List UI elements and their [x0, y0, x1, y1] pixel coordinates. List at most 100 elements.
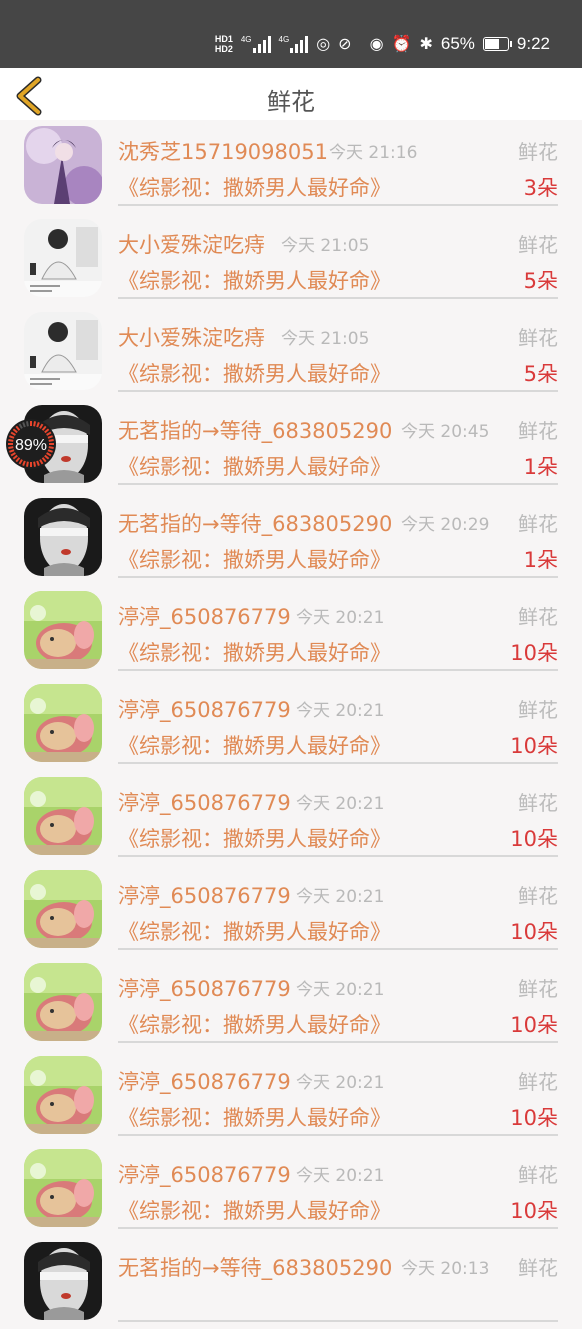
list-item[interactable]: 无茗指的→等待_683805290 今天 20:29 鲜花《综影视：撒娇男人最好命》…	[0, 492, 582, 585]
list-item[interactable]: 渟渟_650876779 今天 20:21 鲜花 《综影视：撒娇男人最好命》 10朵	[0, 678, 582, 771]
user-name[interactable]: 大小爱殊淀吃痔	[118, 229, 265, 259]
avatar[interactable]	[24, 1242, 102, 1320]
gift-count: 10朵	[510, 920, 558, 944]
timestamp: 今天 20:13	[401, 1259, 490, 1279]
progress-tick	[33, 461, 36, 467]
timestamp: 今天 20:29	[401, 515, 490, 535]
gift-type: 鲜花	[518, 1256, 558, 1280]
book-title-link[interactable]: 《综影视：撒娇男人最好命》	[118, 1195, 391, 1225]
progress-tick	[8, 439, 14, 442]
avatar[interactable]	[24, 963, 102, 1041]
gift-type: 鲜花	[518, 977, 558, 1001]
avatar[interactable]	[24, 498, 102, 576]
avatar[interactable]	[24, 870, 102, 948]
row-divider	[118, 1320, 558, 1322]
row-divider	[118, 204, 558, 206]
gift-record-list: 沈秀芝15719098051 今天 21:16 鲜花 《综影视：撒娇男人最好命》 3朵 …	[0, 120, 582, 1329]
timestamp: 今天 20:45	[401, 422, 490, 442]
avatar[interactable]	[24, 777, 102, 855]
progress-tick	[33, 421, 36, 427]
list-item[interactable]: 无茗指的→等待_683805290 今天 20:45 鲜花 《综影视：撒娇男人最好命》…	[0, 399, 582, 492]
timestamp: 今天 21:05	[281, 236, 370, 256]
user-name[interactable]: 无茗指的→等待_683805290	[118, 508, 392, 538]
list-item[interactable]: 无茗指的→等待_683805290 今天 20:13 鲜花	[0, 1236, 582, 1329]
eye-icon: ◉	[369, 36, 384, 53]
gift-type: 鲜花	[518, 233, 558, 257]
avatar[interactable]	[24, 219, 102, 297]
book-title-link[interactable]: 《综影视：撒娇男人最好命》	[118, 1102, 391, 1132]
timestamp: 今天 20:21	[296, 887, 385, 907]
book-title-link[interactable]: 《综影视：撒娇男人最好命》	[118, 916, 391, 946]
list-item[interactable]: 渟渟_650876779 今天 20:21 鲜花《综影视：撒娇男人最好命》 10朵	[0, 771, 582, 864]
row-divider	[118, 1041, 558, 1043]
signal-icon: 4G	[241, 35, 271, 53]
alarm-icon: ⊘	[338, 36, 352, 53]
book-title-link[interactable]: 《综影视：撒娇男人最好命》	[118, 265, 391, 295]
gift-count: 10朵	[510, 734, 558, 758]
user-name[interactable]: 无茗指的→等待_683805290	[118, 415, 392, 445]
progress-ring-icon: 89%	[6, 419, 56, 469]
gift-type: 鲜花	[518, 884, 558, 908]
list-item[interactable]: 渟渟_650876779 今天 20:21 鲜花 《综影视：撒娇男人最好命》 10朵	[0, 1050, 582, 1143]
list-item[interactable]: 大小爱殊淀吃痔 今天 21:05 鲜花《综影视：撒娇男人最好命》 5朵	[0, 213, 582, 306]
list-item[interactable]: 沈秀芝15719098051 今天 21:16 鲜花 《综影视：撒娇男人最好命》 3朵	[0, 120, 582, 213]
row-divider	[118, 483, 558, 485]
avatar[interactable]	[24, 126, 102, 204]
nfc-icon: ◎	[316, 36, 331, 53]
book-title-link[interactable]: 《综影视：撒娇男人最好命》	[118, 730, 391, 760]
list-item[interactable]: 渟渟_650876779 今天 20:21 鲜花《综影视：撒娇男人最好命》 10朵	[0, 864, 582, 957]
list-item[interactable]: 渟渟_650876779 今天 20:21 鲜花 《综影视：撒娇男人最好命》 10朵	[0, 585, 582, 678]
book-title-link[interactable]: 《综影视：撒娇男人最好命》	[118, 358, 391, 388]
gift-type: 鲜花	[518, 326, 558, 350]
row-divider	[118, 297, 558, 299]
battery-percent: 65%	[440, 34, 475, 53]
book-title-link[interactable]: 《综影视：撒娇男人最好命》	[118, 823, 391, 853]
progress-text: 89%	[15, 437, 47, 454]
list-item[interactable]: 渟渟_650876779 今天 20:21 鲜花 《综影视：撒娇男人最好命》 10朵	[0, 957, 582, 1050]
user-name[interactable]: 渟渟_650876779	[118, 1159, 291, 1189]
gift-count: 1朵	[523, 455, 558, 479]
timestamp: 今天 20:21	[296, 1073, 385, 1093]
list-item[interactable]: 渟渟_650876779 今天 20:21 鲜花 《综影视：撒娇男人最好命》 10朵	[0, 1143, 582, 1236]
gift-type: 鲜花	[518, 512, 558, 536]
avatar[interactable]	[24, 684, 102, 762]
signal-icon: 4G	[279, 35, 309, 53]
gift-count: 10朵	[510, 1013, 558, 1037]
book-title-link[interactable]: 《综影视：撒娇男人最好命》	[118, 637, 391, 667]
hd1-label: HD1	[214, 34, 233, 44]
user-name[interactable]: 渟渟_650876779	[118, 1066, 291, 1096]
list-item[interactable]: 大小爱殊淀吃痔 今天 21:05 鲜花 《综影视：撒娇男人最好命》 5朵	[0, 306, 582, 399]
row-divider	[118, 855, 558, 857]
timestamp: 今天 21:16	[329, 143, 418, 163]
avatar[interactable]	[24, 1056, 102, 1134]
user-name[interactable]: 渟渟_650876779	[118, 973, 291, 1003]
book-title-link[interactable]: 《综影视：撒娇男人最好命》	[118, 172, 391, 202]
book-title-link[interactable]: 《综影视：撒娇男人最好命》	[118, 544, 391, 574]
timestamp: 今天 20:21	[296, 794, 385, 814]
user-name[interactable]: 渟渟_650876779	[118, 880, 291, 910]
book-title-link[interactable]: 《综影视：撒娇男人最好命》	[118, 451, 391, 481]
user-name[interactable]: 无茗指的→等待_683805290	[118, 1252, 392, 1282]
gift-type: 鲜花	[518, 791, 558, 815]
avatar[interactable]	[24, 312, 102, 390]
progress-tick	[26, 421, 29, 427]
row-divider	[118, 1134, 558, 1136]
gift-count: 5朵	[523, 269, 558, 293]
user-name[interactable]: 渟渟_650876779	[118, 601, 291, 631]
timestamp: 今天 20:21	[296, 1166, 385, 1186]
book-title-link[interactable]: 《综影视：撒娇男人最好命》	[118, 1009, 391, 1039]
row-divider	[118, 576, 558, 578]
progress-tick	[48, 446, 54, 449]
app-header: 鲜花	[0, 68, 582, 120]
user-name[interactable]: 渟渟_650876779	[118, 694, 291, 724]
user-name[interactable]: 大小爱殊淀吃痔	[118, 322, 265, 352]
progress-badge[interactable]: 89%	[5, 418, 57, 470]
user-name[interactable]: 沈秀芝15719098051	[118, 136, 328, 166]
row-divider	[118, 669, 558, 671]
avatar[interactable]	[24, 1149, 102, 1227]
timestamp: 今天 20:21	[296, 608, 385, 628]
avatar[interactable]	[24, 591, 102, 669]
gift-count: 10朵	[510, 827, 558, 851]
user-name[interactable]: 渟渟_650876779	[118, 787, 291, 817]
gift-count: 10朵	[510, 1106, 558, 1130]
